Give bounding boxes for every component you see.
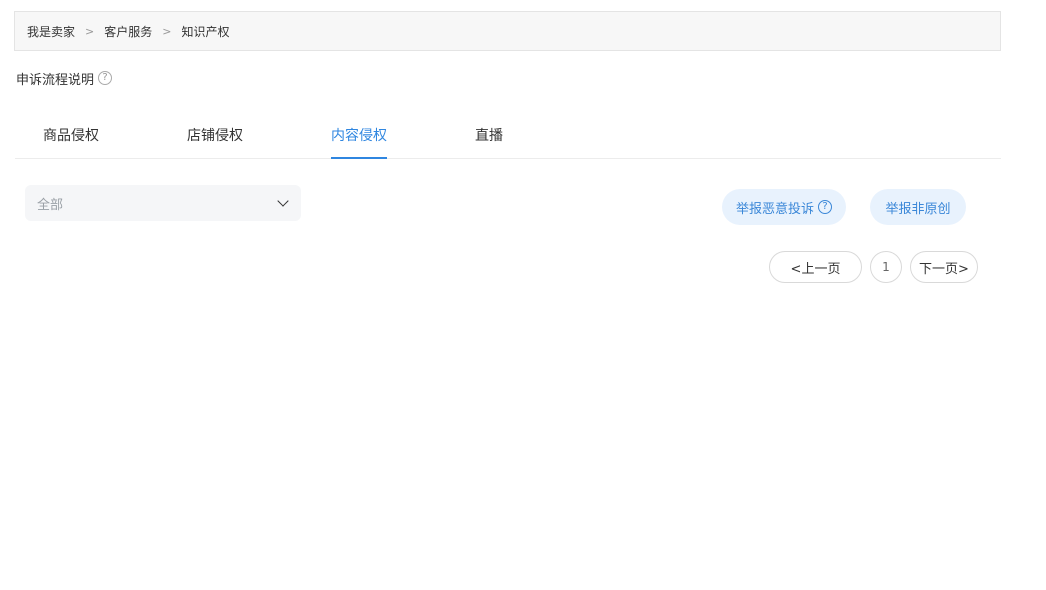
appeal-process-link[interactable]: 申诉流程说明 ?: [16, 69, 113, 88]
page-number-button[interactable]: 1: [870, 251, 902, 283]
question-icon[interactable]: ?: [98, 71, 113, 85]
tab-content-infringement[interactable]: 内容侵权: [331, 114, 387, 159]
next-page-button[interactable]: 下一页>: [910, 251, 978, 283]
tab-store-infringement[interactable]: 店铺侵权: [187, 114, 243, 159]
report-malicious-label: 举报恶意投诉: [735, 201, 814, 217]
chevron-down-icon: [277, 195, 289, 207]
breadcrumb-separator: >: [162, 24, 172, 38]
breadcrumb: 我是卖家 > 客户服务 > 知识产权: [14, 11, 1001, 51]
appeal-process-label: 申诉流程说明: [16, 72, 95, 88]
prev-page-button[interactable]: <上一页: [769, 251, 862, 283]
breadcrumb-item-ip: 知识产权: [181, 24, 230, 39]
breadcrumb-item-customer-service[interactable]: 客户服务: [104, 23, 152, 40]
breadcrumb-item-seller[interactable]: 我是卖家: [27, 23, 75, 40]
tab-product-infringement[interactable]: 商品侵权: [43, 114, 99, 159]
tab-live[interactable]: 直播: [475, 114, 503, 159]
breadcrumb-separator: >: [85, 24, 95, 38]
question-icon[interactable]: ?: [818, 200, 832, 214]
status-filter-select[interactable]: 全部: [25, 185, 301, 221]
report-malicious-complaint-button[interactable]: 举报恶意投诉 ?: [722, 189, 846, 225]
tab-bar: 商品侵权 店铺侵权 内容侵权 直播: [15, 114, 1001, 159]
status-filter-value: 全部: [37, 197, 64, 213]
report-non-original-button[interactable]: 举报非原创: [870, 189, 966, 225]
